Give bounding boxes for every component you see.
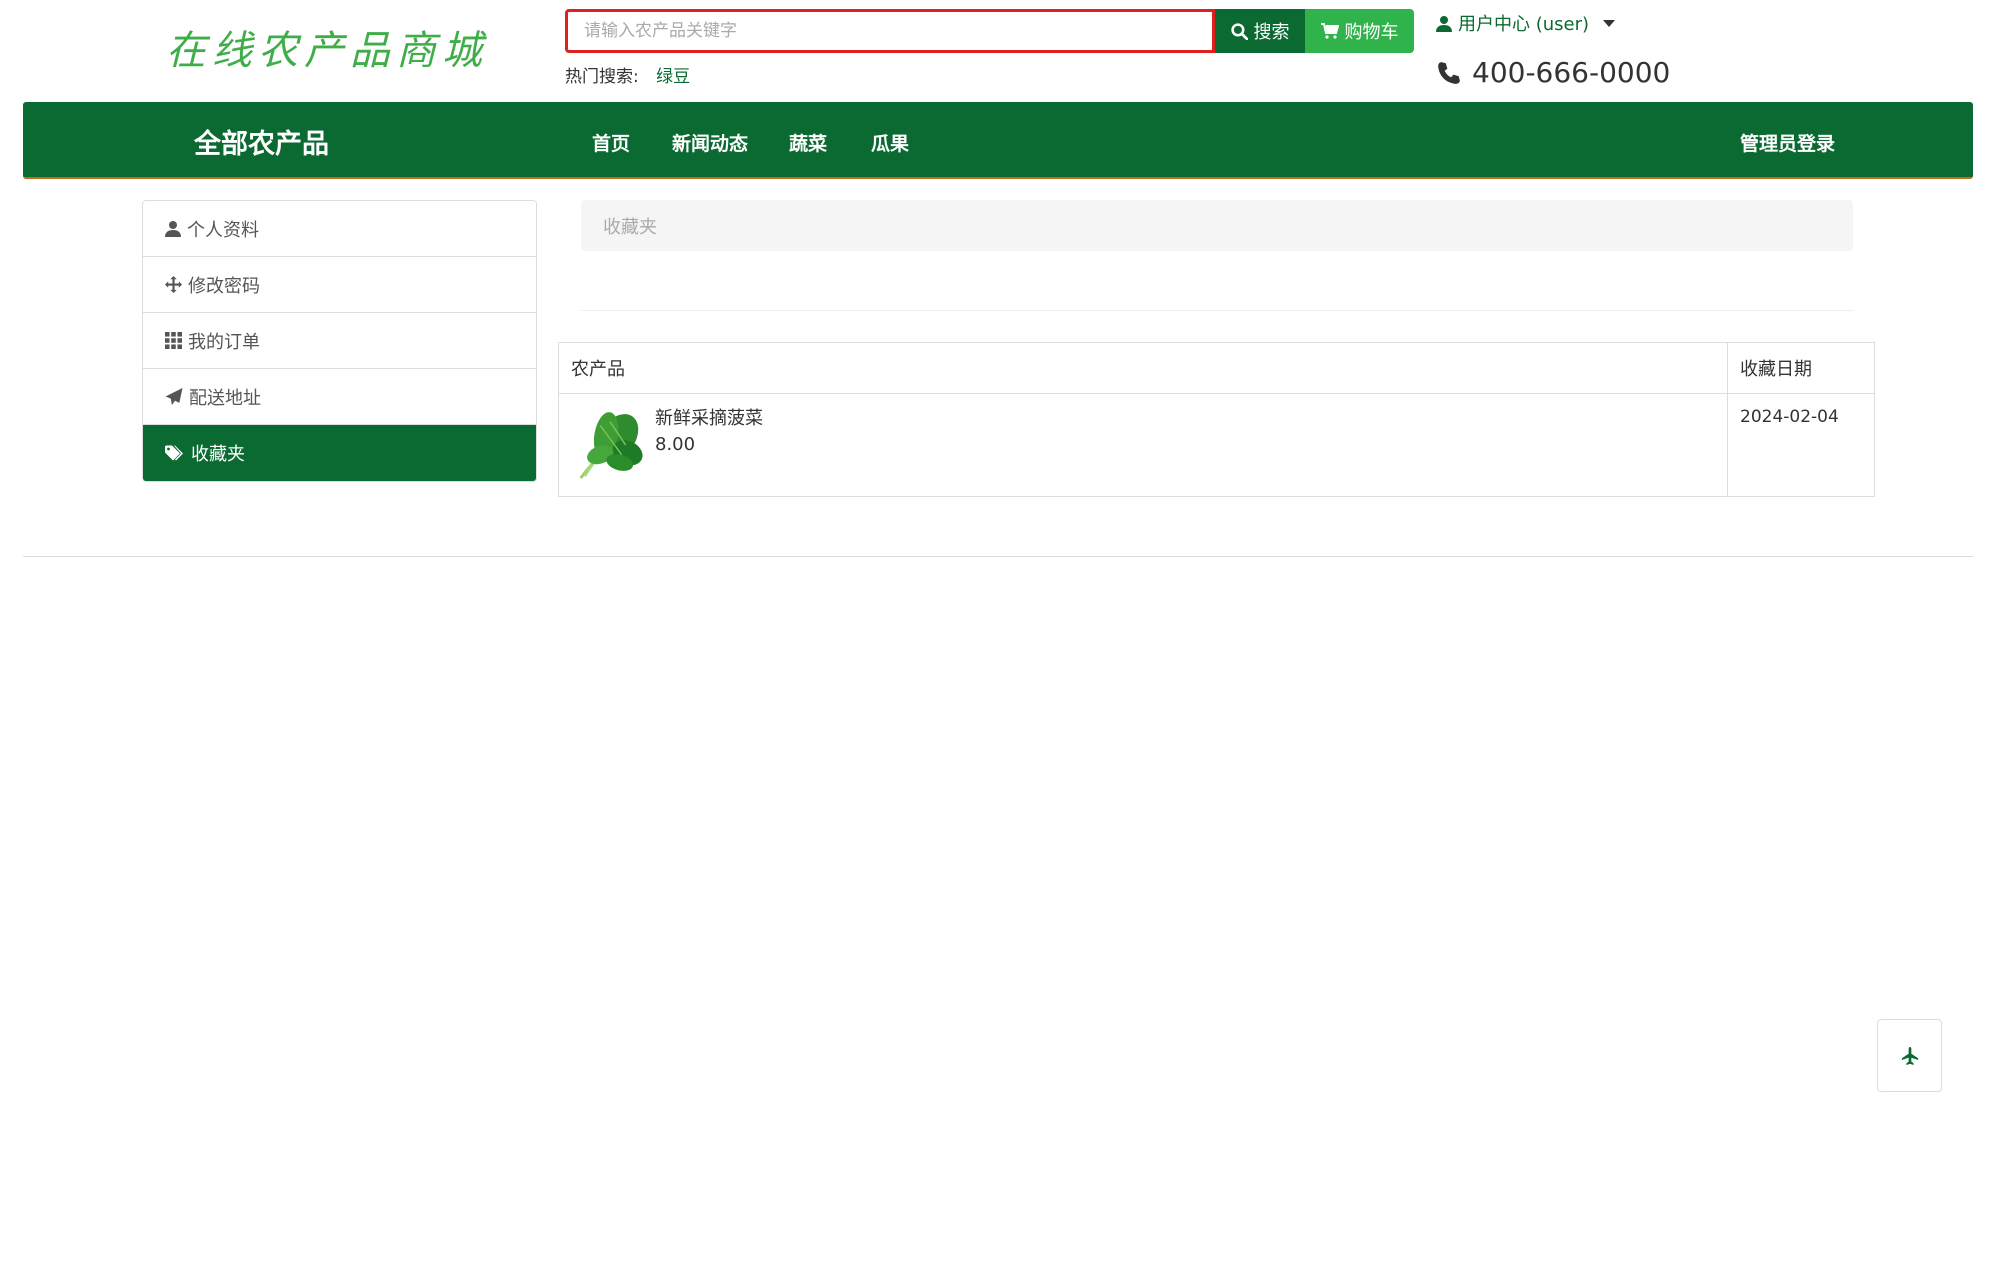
sidebar-item-label: 收藏夹 xyxy=(191,444,245,465)
nav-item-news[interactable]: 新闻动态 xyxy=(672,129,748,156)
table-row: 新鲜采摘菠菜 8.00 2024-02-04 xyxy=(558,393,1875,497)
date-cell: 2024-02-04 xyxy=(1727,393,1875,497)
sidebar-item-label: 修改密码 xyxy=(188,275,260,297)
plane-icon xyxy=(1901,1046,1918,1065)
user-center-label: 用户中心 (user) xyxy=(1458,14,1590,35)
hot-search-keyword[interactable]: 绿豆 xyxy=(656,67,690,87)
divider xyxy=(581,310,1853,311)
phone-icon xyxy=(1438,61,1460,84)
nav-item-vegetables[interactable]: 蔬菜 xyxy=(789,129,827,156)
search-button-label: 搜索 xyxy=(1253,22,1290,43)
sidebar-item-profile[interactable]: 个人资料 xyxy=(143,201,536,257)
sidebar-item-label: 个人资料 xyxy=(187,219,259,241)
sidebar-item-label: 配送地址 xyxy=(189,387,261,409)
sidebar-item-change-password[interactable]: 修改密码 xyxy=(143,257,536,313)
sidebar-item-label: 我的订单 xyxy=(188,331,260,353)
spinach-image[interactable] xyxy=(571,406,649,484)
hotline: 400-666-0000 xyxy=(1436,56,1670,89)
footer-divider xyxy=(23,556,1973,557)
search-input[interactable] xyxy=(565,9,1215,53)
product-info: 新鲜采摘菠菜 8.00 xyxy=(655,406,763,484)
user-icon xyxy=(165,221,181,237)
back-to-top-button[interactable] xyxy=(1877,1019,1942,1092)
search-icon xyxy=(1230,22,1248,40)
tags-icon xyxy=(165,445,183,460)
column-header-date: 收藏日期 xyxy=(1727,342,1875,394)
account-sidebar: 个人资料 修改密码 我的订单 配送地址 收藏夹 xyxy=(142,200,537,482)
main-navbar: 全部农产品 首页 新闻动态 蔬菜 瓜果 管理员登录 xyxy=(23,102,1973,179)
cart-icon xyxy=(1320,23,1339,39)
product-cell: 新鲜采摘菠菜 8.00 xyxy=(558,393,1728,497)
move-icon xyxy=(165,276,182,293)
breadcrumb: 收藏夹 xyxy=(581,200,1853,251)
search-button[interactable]: 搜索 xyxy=(1215,9,1305,53)
sidebar-item-orders[interactable]: 我的订单 xyxy=(143,313,536,369)
column-header-product: 农产品 xyxy=(558,342,1728,394)
favorite-date: 2024-02-04 xyxy=(1740,407,1839,427)
cart-button[interactable]: 购物车 xyxy=(1305,9,1414,53)
phone-number: 400-666-0000 xyxy=(1472,56,1671,89)
sidebar-item-address[interactable]: 配送地址 xyxy=(143,369,536,425)
grid-icon xyxy=(165,332,182,349)
cart-button-label: 购物车 xyxy=(1344,22,1399,43)
product-price: 8.00 xyxy=(655,434,696,455)
search-bar: 搜索 购物车 xyxy=(565,9,1415,53)
table-header-row: 农产品 收藏日期 xyxy=(558,342,1875,394)
user-center-menu[interactable]: 用户中心 (user) xyxy=(1436,10,1616,36)
nav-item-fruits[interactable]: 瓜果 xyxy=(871,129,909,156)
send-icon xyxy=(165,388,183,405)
sidebar-item-favorites[interactable]: 收藏夹 xyxy=(143,425,536,481)
favorites-table: 农产品 收藏日期 新鲜采摘菠菜 8.00 2024-02-04 xyxy=(558,342,1875,497)
nav-item-home[interactable]: 首页 xyxy=(592,129,630,156)
hot-search-label: 热门搜索: xyxy=(565,67,639,87)
product-name[interactable]: 新鲜采摘菠菜 xyxy=(655,406,763,432)
site-logo[interactable]: 在线农产品商城 xyxy=(166,18,488,76)
user-icon xyxy=(1436,15,1452,32)
product-item[interactable]: 新鲜采摘菠菜 8.00 xyxy=(571,406,1715,484)
chevron-down-icon xyxy=(1603,19,1616,27)
hot-search: 热门搜索: 绿豆 xyxy=(565,62,690,87)
all-products-menu[interactable]: 全部农产品 xyxy=(194,122,329,161)
admin-login-link[interactable]: 管理员登录 xyxy=(1740,129,1835,156)
